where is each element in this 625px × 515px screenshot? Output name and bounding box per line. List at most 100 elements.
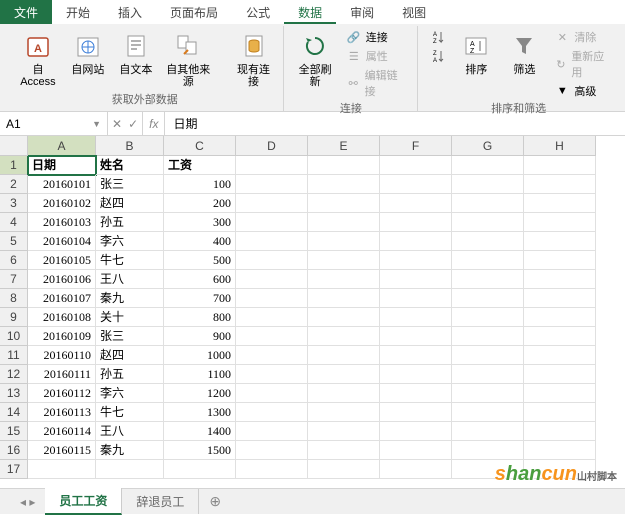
cell[interactable]: 700 [164,289,236,308]
cell[interactable]: 赵四 [96,194,164,213]
cell[interactable]: 牛七 [96,403,164,422]
col-header-H[interactable]: H [524,136,596,156]
advanced-button[interactable]: ▼高级 [550,82,611,100]
cell[interactable]: 王八 [96,422,164,441]
sheet-tab-other[interactable]: 辞退员工 [122,489,199,514]
select-all-corner[interactable] [0,136,28,156]
cell[interactable] [524,327,596,346]
tab-file[interactable]: 文件 [0,0,52,24]
cell[interactable] [452,194,524,213]
row-header[interactable]: 14 [0,403,28,422]
cell[interactable]: 日期 [28,156,96,175]
cell[interactable] [236,460,308,479]
properties-button[interactable]: ☰属性 [342,47,410,65]
cell[interactable]: 赵四 [96,346,164,365]
cell[interactable] [452,213,524,232]
cell[interactable] [236,346,308,365]
cell[interactable] [524,308,596,327]
cell[interactable]: 牛七 [96,251,164,270]
row-header[interactable]: 11 [0,346,28,365]
cell[interactable] [524,156,596,175]
cell[interactable] [380,327,452,346]
cell[interactable] [452,289,524,308]
row-header[interactable]: 2 [0,175,28,194]
cell[interactable] [524,403,596,422]
cell[interactable]: 1300 [164,403,236,422]
cell[interactable] [236,194,308,213]
row-header[interactable]: 10 [0,327,28,346]
cell[interactable] [524,384,596,403]
row-header[interactable]: 7 [0,270,28,289]
cell[interactable] [524,194,596,213]
cell[interactable]: 20160106 [28,270,96,289]
cell[interactable]: 200 [164,194,236,213]
cell[interactable]: 孙五 [96,213,164,232]
cell[interactable]: 李六 [96,232,164,251]
cancel-icon[interactable]: ✕ [112,117,122,131]
cell[interactable] [380,365,452,384]
cell[interactable] [524,365,596,384]
cell[interactable]: 20160114 [28,422,96,441]
cell[interactable]: 20160110 [28,346,96,365]
cell[interactable] [524,175,596,194]
cell[interactable] [524,251,596,270]
cell[interactable] [236,403,308,422]
cell[interactable] [308,213,380,232]
cell[interactable]: 20160105 [28,251,96,270]
cell[interactable] [452,365,524,384]
cell[interactable] [380,213,452,232]
row-header[interactable]: 15 [0,422,28,441]
cell[interactable] [236,251,308,270]
cell[interactable] [236,175,308,194]
from-access-button[interactable]: A 自 Access [14,28,62,90]
row-header[interactable]: 3 [0,194,28,213]
col-header-E[interactable]: E [308,136,380,156]
cell[interactable] [380,194,452,213]
sort-desc-button[interactable]: ZA [426,47,450,65]
cell[interactable] [380,175,452,194]
cell[interactable]: 20160107 [28,289,96,308]
cell[interactable] [308,422,380,441]
cell[interactable] [380,156,452,175]
cell[interactable] [380,270,452,289]
cell[interactable] [452,308,524,327]
filter-button[interactable]: 筛选 [502,28,546,78]
cell[interactable] [380,384,452,403]
col-header-C[interactable]: C [164,136,236,156]
col-header-G[interactable]: G [452,136,524,156]
cell[interactable]: 800 [164,308,236,327]
cell[interactable] [524,213,596,232]
cell[interactable]: 600 [164,270,236,289]
cell[interactable] [308,365,380,384]
cell[interactable] [308,308,380,327]
row-header[interactable]: 5 [0,232,28,251]
col-header-F[interactable]: F [380,136,452,156]
reapply-button[interactable]: ↻重新应用 [550,47,611,81]
from-web-button[interactable]: 自网站 [66,28,110,78]
cell[interactable] [308,460,380,479]
cell[interactable] [308,346,380,365]
row-header[interactable]: 13 [0,384,28,403]
cell[interactable]: 20160115 [28,441,96,460]
tab-review[interactable]: 审阅 [336,0,388,24]
cell[interactable] [308,289,380,308]
cell[interactable]: 秦九 [96,441,164,460]
cell[interactable] [308,403,380,422]
row-header[interactable]: 6 [0,251,28,270]
fx-icon[interactable]: fx [143,112,165,135]
cell[interactable] [308,327,380,346]
cell[interactable] [96,460,164,479]
cell[interactable]: 1000 [164,346,236,365]
cell[interactable]: 张三 [96,175,164,194]
cell[interactable] [452,384,524,403]
cell[interactable]: 20160111 [28,365,96,384]
add-sheet-button[interactable]: ⊕ [199,493,231,510]
cell[interactable] [524,441,596,460]
from-text-button[interactable]: 自文本 [114,28,158,78]
cell[interactable]: 400 [164,232,236,251]
chevron-down-icon[interactable]: ▼ [92,119,101,129]
cell[interactable] [236,270,308,289]
cell[interactable] [308,441,380,460]
cell[interactable]: 秦九 [96,289,164,308]
cell[interactable]: 20160112 [28,384,96,403]
